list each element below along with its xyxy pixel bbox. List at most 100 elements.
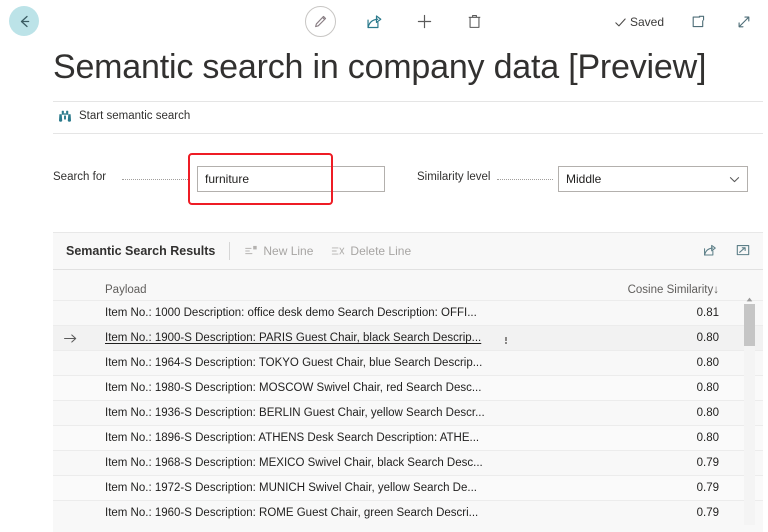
table-row[interactable]: Item No.: 1936-S Description: BERLIN Gue… <box>53 400 763 425</box>
new-line-label: New Line <box>263 244 313 258</box>
results-card-header-actions <box>702 242 751 258</box>
kebab-icon <box>505 337 507 339</box>
table-row[interactable]: Item No.: 1960-S Description: ROME Guest… <box>53 500 763 525</box>
expand-arrows-icon <box>736 14 752 30</box>
command-bar-right-actions: Saved <box>614 10 756 34</box>
payload-text: Item No.: 1900-S Description: PARIS Gues… <box>105 332 481 344</box>
back-button[interactable] <box>9 6 39 36</box>
row-menu-button[interactable] <box>493 336 519 341</box>
delete-button[interactable] <box>462 9 486 33</box>
table-row[interactable]: Item No.: 1968-S Description: MEXICO Swi… <box>53 450 763 475</box>
payload-text: Item No.: 1960-S Description: ROME Guest… <box>105 507 478 519</box>
new-button[interactable] <box>412 9 436 33</box>
filter-field-row: Search for Similarity level Middle <box>0 166 768 192</box>
page-title: Semantic search in company data [Preview… <box>53 46 706 88</box>
business-central-page: Saved <box>0 0 768 532</box>
cell-payload[interactable]: Item No.: 1960-S Description: ROME Guest… <box>87 507 593 519</box>
search-for-label: Search for <box>53 171 106 183</box>
expand-icon <box>735 242 751 258</box>
cell-cosine-similarity: 0.80 <box>593 407 763 419</box>
column-header-payload[interactable]: Payload <box>53 284 593 296</box>
results-scrollbar[interactable] <box>744 304 755 525</box>
share-icon <box>702 242 718 258</box>
sort-descending-icon: ↓ <box>713 284 719 296</box>
share-button[interactable] <box>362 9 386 33</box>
command-bar: Saved <box>0 0 768 44</box>
cell-payload[interactable]: Item No.: 1000 Description: office desk … <box>87 307 593 319</box>
cell-cosine-similarity: 0.79 <box>593 457 763 469</box>
caret-up-icon <box>746 297 753 302</box>
results-expand-button[interactable] <box>735 242 751 258</box>
saved-label: Saved <box>630 15 664 29</box>
payload-text: Item No.: 1000 Description: office desk … <box>105 307 477 319</box>
table-row[interactable]: Item No.: 1000 Description: office desk … <box>53 300 763 325</box>
share-icon <box>365 12 384 31</box>
chevron-down-icon[interactable] <box>721 173 747 186</box>
cell-cosine-similarity: 0.79 <box>593 507 763 519</box>
cell-cosine-similarity: 0.80 <box>593 332 763 344</box>
results-table: Payload Cosine Similarity↓ Item No.: 100… <box>53 270 763 525</box>
cell-payload[interactable]: Item No.: 1980-S Description: MOSCOW Swi… <box>87 382 593 394</box>
semantic-search-results-card: Semantic Search Results New Line <box>53 232 763 532</box>
payload-text: Item No.: 1972-S Description: MUNICH Swi… <box>105 482 477 494</box>
delete-line-icon <box>331 244 345 258</box>
delete-line-button[interactable]: Delete Line <box>331 244 411 258</box>
start-semantic-search-action[interactable]: Start semantic search <box>58 109 190 123</box>
dot-leader-search-for <box>122 179 188 180</box>
payload-text: Item No.: 1896-S Description: ATHENS Des… <box>105 432 479 444</box>
start-semantic-search-label: Start semantic search <box>79 110 190 122</box>
cell-cosine-similarity: 0.80 <box>593 432 763 444</box>
command-bar-center-actions <box>305 5 486 37</box>
dot-leader-similarity <box>497 179 553 180</box>
cell-cosine-similarity: 0.80 <box>593 357 763 369</box>
arrow-right-icon <box>63 332 78 345</box>
similarity-level-value: Middle <box>559 172 721 186</box>
similarity-level-label: Similarity level <box>417 171 491 183</box>
results-share-button[interactable] <box>702 242 718 258</box>
payload-text: Item No.: 1980-S Description: MOSCOW Swi… <box>105 382 481 394</box>
checkmark-icon <box>614 16 627 29</box>
cell-cosine-similarity: 0.79 <box>593 482 763 494</box>
fullscreen-button[interactable] <box>732 10 756 34</box>
open-in-new-window-button[interactable] <box>686 10 710 34</box>
row-selected-indicator <box>53 332 87 345</box>
cell-payload[interactable]: Item No.: 1936-S Description: BERLIN Gue… <box>87 407 593 419</box>
cell-payload[interactable]: Item No.: 1964-S Description: TOKYO Gues… <box>87 357 593 369</box>
search-for-input[interactable] <box>197 166 385 192</box>
scrollbar-thumb[interactable] <box>744 304 755 346</box>
new-line-button[interactable]: New Line <box>244 244 313 258</box>
column-header-cosine-similarity[interactable]: Cosine Similarity↓ <box>593 284 763 296</box>
payload-text: Item No.: 1936-S Description: BERLIN Gue… <box>105 407 485 419</box>
new-line-icon <box>244 244 258 258</box>
cell-payload[interactable]: Item No.: 1972-S Description: MUNICH Swi… <box>87 482 593 494</box>
table-row[interactable]: Item No.: 1972-S Description: MUNICH Swi… <box>53 475 763 500</box>
column-header-cosine-label: Cosine Similarity <box>628 284 714 296</box>
cell-payload[interactable]: Item No.: 1968-S Description: MEXICO Swi… <box>87 457 593 469</box>
delete-line-label: Delete Line <box>350 244 411 258</box>
results-card-header: Semantic Search Results New Line <box>53 233 763 270</box>
divider-top <box>53 101 763 102</box>
trash-icon <box>466 13 483 30</box>
open-new-window-icon <box>690 14 706 30</box>
results-card-title: Semantic Search Results <box>66 244 215 258</box>
cell-payload[interactable]: Item No.: 1900-S Description: PARIS Gues… <box>87 332 593 344</box>
header-divider <box>229 242 230 260</box>
scroll-up-button[interactable] <box>744 294 755 304</box>
binoculars-icon <box>58 109 72 123</box>
saved-status: Saved <box>614 15 664 29</box>
cell-payload[interactable]: Item No.: 1896-S Description: ATHENS Des… <box>87 432 593 444</box>
edit-button[interactable] <box>305 6 336 37</box>
plus-icon <box>415 12 434 31</box>
table-row[interactable]: Item No.: 1964-S Description: TOKYO Gues… <box>53 350 763 375</box>
table-row[interactable]: Item No.: 1900-S Description: PARIS Gues… <box>53 325 763 350</box>
table-row[interactable]: Item No.: 1980-S Description: MOSCOW Swi… <box>53 375 763 400</box>
table-body: Item No.: 1000 Description: office desk … <box>53 300 763 525</box>
divider-below-actions <box>53 133 763 134</box>
cell-cosine-similarity: 0.81 <box>593 307 763 319</box>
payload-text: Item No.: 1964-S Description: TOKYO Gues… <box>105 357 482 369</box>
similarity-level-select[interactable]: Middle <box>558 166 748 192</box>
table-header-row: Payload Cosine Similarity↓ <box>53 270 763 300</box>
pencil-icon <box>313 14 328 29</box>
cell-cosine-similarity: 0.80 <box>593 382 763 394</box>
table-row[interactable]: Item No.: 1896-S Description: ATHENS Des… <box>53 425 763 450</box>
